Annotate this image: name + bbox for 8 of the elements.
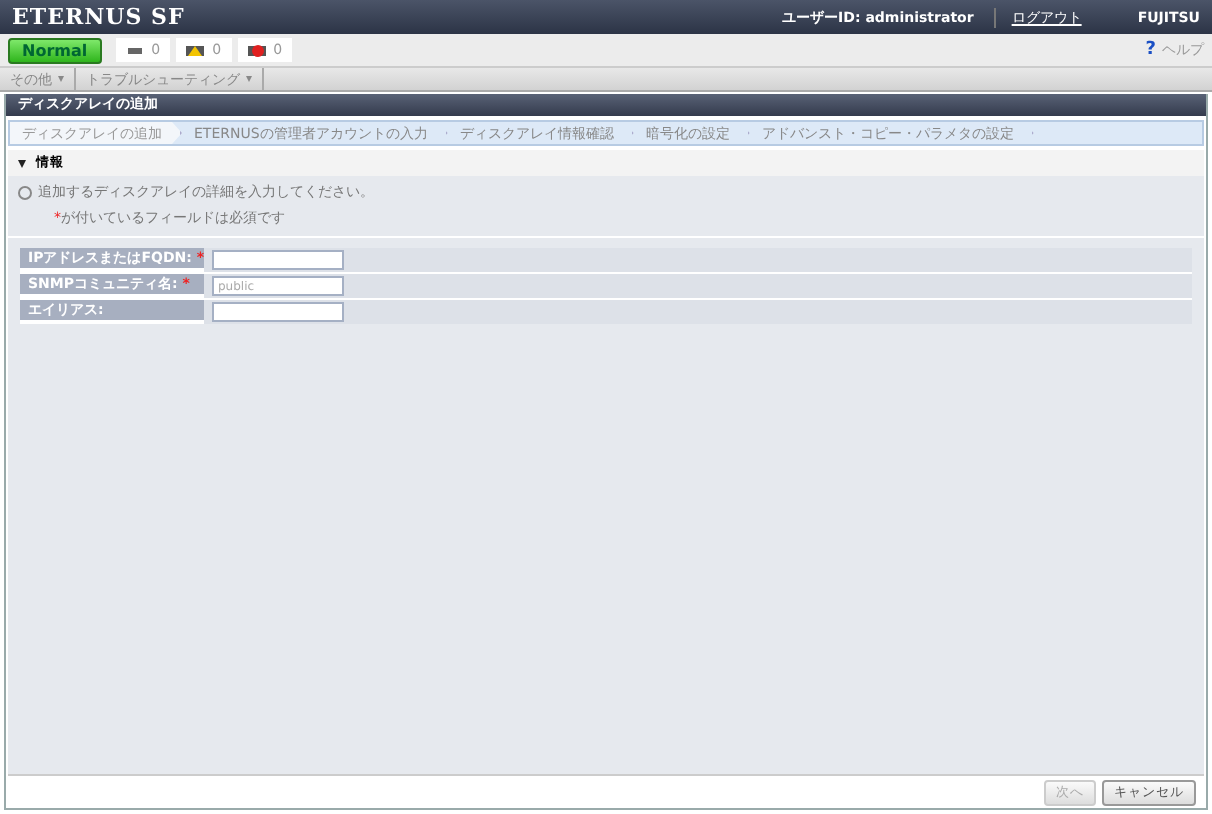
error-icon xyxy=(247,43,266,57)
logo-text: ETERNUS SF xyxy=(12,4,187,30)
info-icon xyxy=(18,185,32,199)
input-field[interactable] xyxy=(212,302,344,322)
status-indicator: Normal xyxy=(8,37,102,63)
input-field[interactable] xyxy=(212,250,344,270)
warning-icon xyxy=(186,43,205,57)
help-icon[interactable]: ? xyxy=(1145,40,1156,60)
